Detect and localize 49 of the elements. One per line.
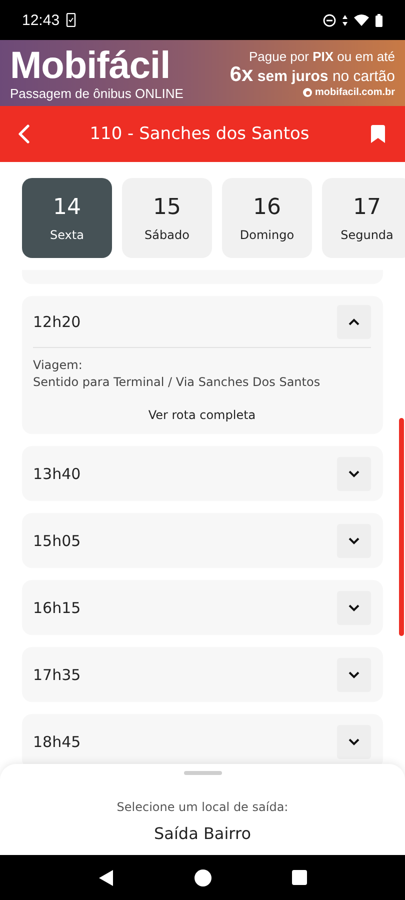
chevron-down-icon[interactable] (348, 536, 360, 544)
home-nav-icon[interactable] (194, 868, 212, 886)
phone-notification-icon (66, 13, 76, 27)
trip-description: Sentido para Terminal / Via Sanches Dos Santos (33, 374, 322, 391)
data-arrows-icon (342, 14, 348, 26)
ad-website: mobifacil.com.br (314, 86, 395, 98)
site-logo-icon (302, 88, 312, 96)
date-tab[interactable]: 17 Segunda (322, 178, 405, 258)
ad-offer-text: Pague por PIX ou em até (248, 48, 395, 64)
departure-time: 16h15 (33, 598, 81, 616)
chevron-down-icon[interactable] (348, 670, 360, 678)
bookmark-icon[interactable] (368, 124, 387, 144)
ad-banner[interactable]: Mobifácil Passagem de ônibus ONLINE Pague por PIX ou em até 6x sem juros no cartão mobifacil.com.br (0, 40, 405, 106)
chevron-down-icon[interactable] (348, 738, 360, 746)
battery-icon (375, 14, 383, 26)
weekday-label: Sexta (50, 228, 84, 242)
wifi-icon (354, 14, 369, 26)
chevron-down-icon[interactable] (348, 470, 360, 478)
full-route-link[interactable]: Ver rota completa (148, 408, 256, 422)
departure-time: 15h05 (33, 532, 81, 550)
weekday-label: Domingo (240, 228, 294, 242)
date-number: 17 (353, 194, 381, 220)
date-tab[interactable]: 15 Sábado (122, 178, 212, 258)
date-number: 14 (53, 194, 81, 220)
date-tab[interactable]: 14 Sexta (22, 178, 112, 258)
chevron-up-icon[interactable] (348, 318, 360, 326)
do-not-disturb-icon (323, 14, 336, 26)
departure-time: 17h35 (33, 666, 81, 684)
date-tab[interactable]: 16 Domingo (222, 178, 312, 258)
weekday-label: Sábado (144, 228, 190, 242)
departure-location[interactable]: Saída Bairro (154, 824, 251, 843)
date-number: 16 (253, 194, 281, 220)
ad-tagline: Passagem de ônibus ONLINE (10, 86, 184, 100)
date-number: 15 (153, 194, 181, 220)
scrollbar[interactable] (399, 418, 404, 636)
drag-handle[interactable] (184, 771, 222, 775)
status-time: 12:43 (22, 12, 60, 28)
back-nav-icon[interactable] (98, 868, 114, 886)
back-icon[interactable] (18, 124, 30, 144)
brand-logo: Mobifácil (10, 46, 172, 86)
screen-title: 110 - Sanches dos Santos (90, 124, 310, 144)
sheet-prompt: Selecione um local de saída: (116, 800, 288, 814)
trip-label: Viagem: (33, 357, 84, 374)
ad-offer-text: 6x sem juros no cartão (230, 64, 395, 86)
weekday-label: Segunda (340, 228, 394, 242)
departure-time: 18h45 (33, 732, 81, 750)
departure-time: 13h40 (33, 464, 81, 482)
chevron-down-icon[interactable] (348, 604, 360, 612)
departure-time: 12h20 (33, 312, 81, 330)
